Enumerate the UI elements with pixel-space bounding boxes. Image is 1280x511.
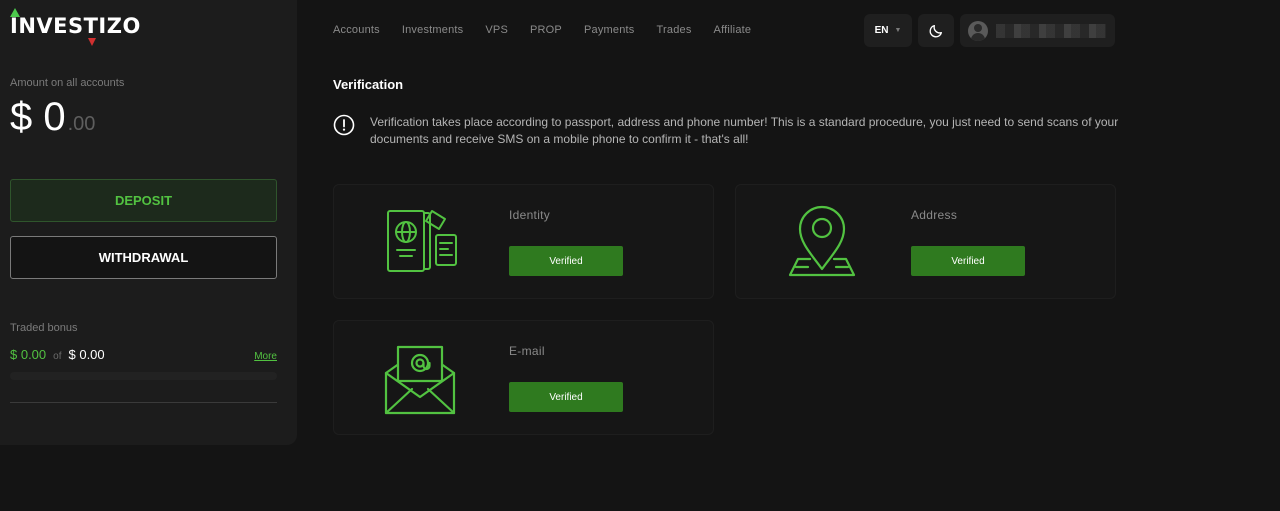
bonus-row: $ 0.00 of $ 0.00 More [10, 347, 277, 363]
nav-prop[interactable]: PROP [530, 24, 562, 36]
top-nav: Accounts Investments VPS PROP Payments T… [333, 24, 773, 36]
notice-text: Verification takes place according to pa… [370, 115, 1119, 146]
nav-vps[interactable]: VPS [485, 24, 508, 36]
theme-toggle-button[interactable] [918, 14, 954, 47]
nav-affiliate[interactable]: Affiliate [714, 24, 752, 36]
deposit-button[interactable]: DEPOSIT [10, 179, 277, 222]
balance-label: Amount on all accounts [10, 77, 125, 89]
user-menu[interactable] [960, 14, 1115, 47]
verification-notice: Verification takes place according to pa… [333, 114, 1123, 148]
moon-icon [929, 24, 942, 37]
logo-text: INVESTIZO [10, 14, 141, 38]
balance: $ 0 .00 [10, 95, 95, 140]
envelope-icon [384, 345, 456, 415]
nav-payments[interactable]: Payments [584, 24, 635, 36]
nav-investments[interactable]: Investments [402, 24, 464, 36]
balance-main: $ 0 [10, 95, 66, 139]
verified-button[interactable]: Verified [509, 382, 623, 412]
bonus-total: $ 0.00 [68, 347, 105, 362]
sidebar: INVESTIZO Amount on all accounts $ 0 .00… [0, 0, 297, 445]
balance-cents: .00 [67, 113, 96, 135]
username-redacted [996, 23, 1106, 38]
map-pin-icon [788, 205, 856, 277]
chevron-down-icon: ▼ [894, 27, 902, 34]
page-title: Verification [333, 77, 404, 92]
card-address: Address Verified [735, 184, 1116, 299]
bonus-value: $ 0.00 [10, 347, 47, 362]
card-title: Address [911, 208, 958, 222]
language-select[interactable]: EN ▼ [864, 14, 912, 47]
divider [10, 402, 277, 403]
logo-arrow-up-icon [10, 8, 20, 17]
avatar-icon [968, 20, 988, 41]
passport-icon [387, 210, 457, 272]
verified-button[interactable]: Verified [911, 246, 1025, 276]
verified-button[interactable]: Verified [509, 246, 623, 276]
card-identity: Identity Verified [333, 184, 714, 299]
bonus-progress-bar [10, 372, 277, 380]
nav-trades[interactable]: Trades [657, 24, 692, 36]
withdrawal-button[interactable]: WITHDRAWAL [10, 236, 277, 279]
card-email: E-mail Verified [333, 320, 714, 435]
logo[interactable]: INVESTIZO [10, 8, 141, 46]
nav-accounts[interactable]: Accounts [333, 24, 380, 36]
card-title: Identity [509, 208, 551, 222]
info-icon [333, 114, 355, 136]
language-label: EN [874, 25, 889, 36]
bonus-more-link[interactable]: More [254, 351, 277, 362]
card-title: E-mail [509, 344, 545, 358]
logo-arrow-down-icon [88, 38, 96, 46]
bonus-of: of [53, 351, 62, 362]
bonus-label: Traded bonus [10, 322, 78, 334]
